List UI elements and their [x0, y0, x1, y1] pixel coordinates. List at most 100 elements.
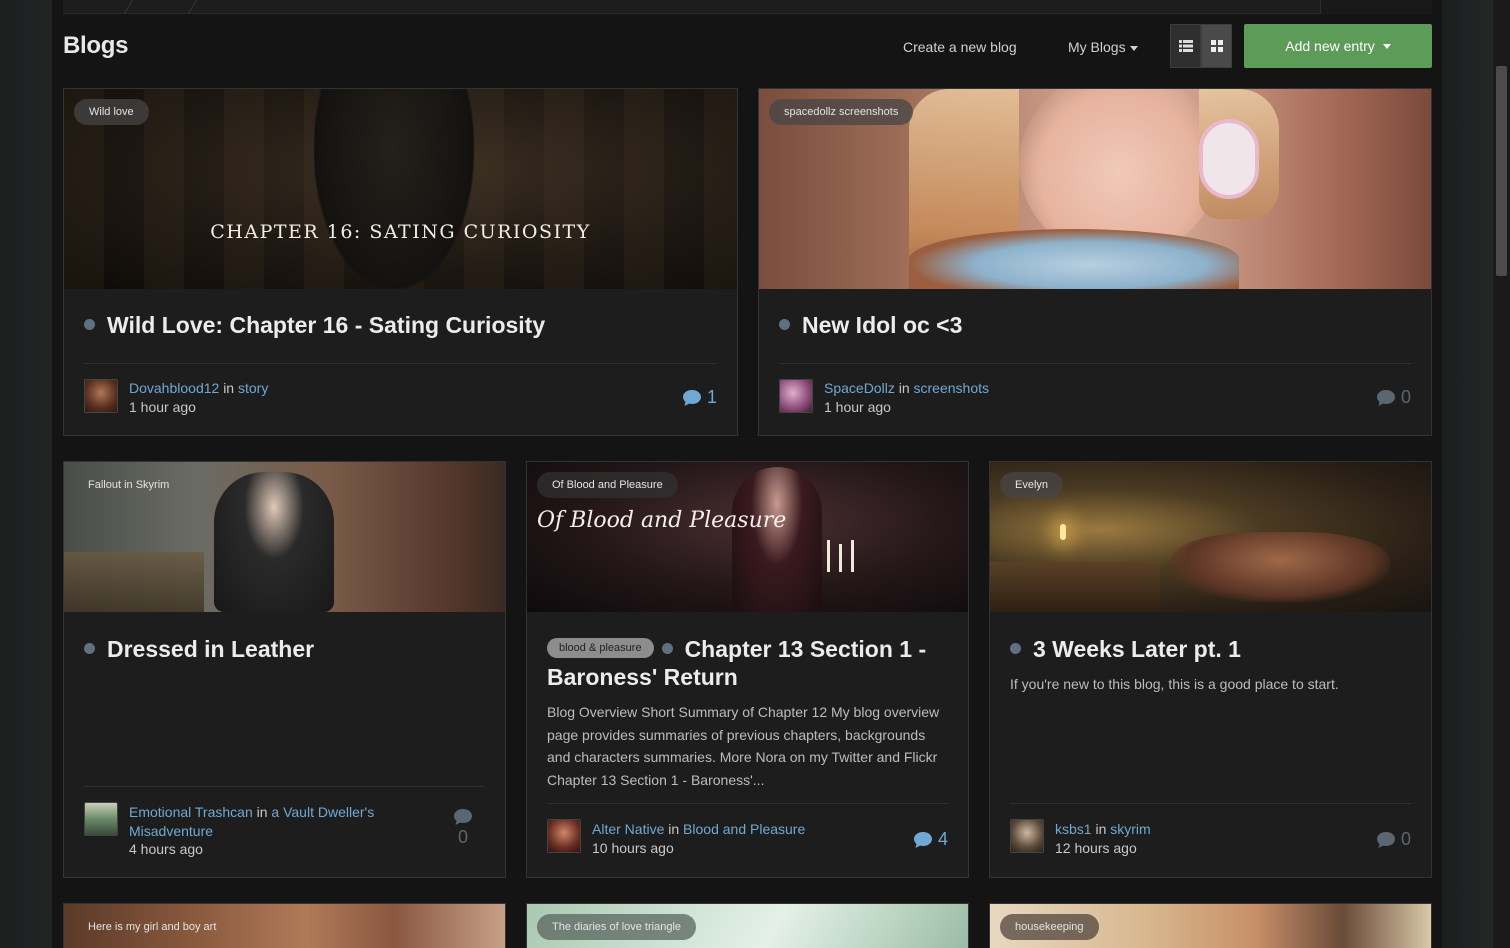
- comment-count[interactable]: 0: [453, 808, 473, 848]
- category-link[interactable]: skyrim: [1110, 821, 1150, 837]
- entry-time: 12 hours ago: [1055, 840, 1137, 856]
- comment-count[interactable]: 1: [682, 387, 717, 408]
- create-blog-link[interactable]: Create a new blog: [903, 39, 1017, 55]
- comment-count[interactable]: 0: [1376, 387, 1411, 408]
- entry-cover-image[interactable]: Evelyn: [990, 462, 1431, 612]
- entry-meta: Emotional Trashcan in a Vault Dweller's …: [129, 803, 429, 859]
- grid-view-icon: [1210, 40, 1223, 52]
- blog-entry-card: Of Blood and Pleasure Of Blood and Pleas…: [526, 461, 969, 878]
- blog-entry-card: Here is my girl and boy art: [63, 903, 506, 948]
- comment-count-value: 1: [706, 387, 717, 407]
- entry-meta: Alter Native in Blood and Pleasure 10 ho…: [592, 820, 805, 858]
- entry-cover-image[interactable]: spacedollz screenshots: [759, 89, 1431, 289]
- entry-cover-image[interactable]: Fallout in Skyrim: [64, 462, 505, 612]
- blog-tag[interactable]: spacedollz screenshots: [769, 99, 914, 125]
- add-new-entry-label: Add new entry: [1285, 38, 1375, 54]
- cover-scenery: [64, 552, 204, 612]
- cover-figure: [214, 472, 334, 612]
- entry-title-text: Wild Love: Chapter 16 - Sating Curiosity: [107, 312, 546, 338]
- cover-candle: [851, 540, 854, 572]
- cover-candle: [839, 544, 842, 572]
- cover-title-text: Of Blood and Pleasure: [537, 508, 787, 533]
- blog-entry-card: housekeeping: [989, 903, 1432, 948]
- author-link[interactable]: Emotional Trashcan: [129, 804, 253, 820]
- author-link[interactable]: SpaceDollz: [824, 380, 895, 396]
- card-divider: [84, 363, 717, 364]
- entry-title[interactable]: blood & pleasure Chapter 13 Section 1 - B…: [547, 635, 957, 691]
- entry-time: 10 hours ago: [592, 840, 674, 856]
- entry-title[interactable]: Dressed in Leather: [84, 635, 494, 663]
- chevron-down-icon: [1129, 45, 1138, 51]
- author-avatar[interactable]: [84, 379, 118, 413]
- unread-indicator-icon: [779, 319, 790, 331]
- entry-time: 4 hours ago: [129, 841, 203, 857]
- category-link[interactable]: Blood and Pleasure: [683, 821, 805, 837]
- blog-entry-card: Evelyn 3 Weeks Later pt. 1 If you're new…: [989, 461, 1432, 878]
- comment-count-value: 0: [1400, 387, 1411, 407]
- author-avatar[interactable]: [779, 379, 813, 413]
- cover-clothing: [909, 229, 1239, 289]
- comment-count[interactable]: 4: [913, 829, 948, 850]
- entry-time: 1 hour ago: [129, 399, 196, 415]
- blog-tag[interactable]: Wild love: [74, 99, 149, 125]
- breadcrumb-action[interactable]: [1320, 0, 1432, 14]
- in-text: in: [223, 380, 235, 396]
- entry-snippet: If you're new to this blog, this is a go…: [1010, 676, 1339, 692]
- unread-indicator-icon: [1010, 643, 1021, 655]
- comment-icon: [1376, 389, 1395, 406]
- cover-figure: [314, 89, 474, 289]
- blog-entry-card: Fallout in Skyrim Dressed in Leather Emo…: [63, 461, 506, 878]
- entry-title[interactable]: 3 Weeks Later pt. 1: [1010, 635, 1420, 663]
- blog-tag[interactable]: Here is my girl and boy art: [74, 914, 231, 940]
- cover-candle: [1060, 524, 1066, 540]
- grid-view-button[interactable]: [1201, 24, 1232, 68]
- blog-tag[interactable]: The diaries of love triangle: [537, 914, 697, 940]
- comment-count-value: 0: [1400, 829, 1411, 849]
- blog-entry-card: The diaries of love triangle: [526, 903, 969, 948]
- comment-count[interactable]: 0: [1376, 829, 1411, 850]
- cover-headphone: [1199, 119, 1259, 199]
- add-new-entry-button[interactable]: Add new entry: [1244, 24, 1432, 68]
- entry-cover-image[interactable]: The diaries of love triangle: [527, 904, 968, 948]
- breadcrumb-separator: [187, 0, 200, 14]
- breadcrumb: [63, 0, 1432, 14]
- entry-cover-image[interactable]: CHAPTER 16: SATING CURIOSITY Wild love: [64, 89, 737, 289]
- author-avatar[interactable]: [1010, 819, 1044, 853]
- my-blogs-label: My Blogs: [1068, 39, 1126, 55]
- author-link[interactable]: ksbs1: [1055, 821, 1092, 837]
- entry-meta: ksbs1 in skyrim 12 hours ago: [1055, 820, 1151, 858]
- entry-snippet: Blog Overview Short Summary of Chapter 1…: [547, 704, 940, 788]
- category-link[interactable]: story: [238, 380, 268, 396]
- entry-cover-image[interactable]: Here is my girl and boy art: [64, 904, 505, 948]
- entry-title[interactable]: New Idol oc <3: [779, 311, 1419, 339]
- entry-cover-image[interactable]: housekeeping: [990, 904, 1431, 948]
- in-text: in: [668, 821, 680, 837]
- view-toggle: [1170, 24, 1232, 68]
- blog-tag[interactable]: housekeeping: [1000, 914, 1099, 940]
- entry-title[interactable]: Wild Love: Chapter 16 - Sating Curiosity: [84, 311, 724, 339]
- category-link[interactable]: screenshots: [914, 380, 989, 396]
- entry-title-text: New Idol oc <3: [802, 312, 963, 338]
- my-blogs-dropdown[interactable]: My Blogs: [1068, 39, 1138, 55]
- author-avatar[interactable]: [84, 802, 118, 836]
- page-scrollbar[interactable]: [1493, 0, 1510, 948]
- unread-indicator-icon: [84, 643, 95, 655]
- blog-label-badge[interactable]: blood & pleasure: [547, 637, 654, 658]
- comment-icon: [1376, 831, 1395, 848]
- blog-tag[interactable]: Evelyn: [1000, 472, 1064, 498]
- cover-figure: [1170, 532, 1390, 602]
- comment-count-value: 4: [937, 829, 948, 849]
- scrollbar-thumb[interactable]: [1496, 66, 1507, 276]
- author-avatar[interactable]: [547, 819, 581, 853]
- cover-candle: [827, 540, 830, 572]
- list-view-button[interactable]: [1170, 24, 1201, 68]
- author-link[interactable]: Alter Native: [592, 821, 664, 837]
- entry-cover-image[interactable]: Of Blood and Pleasure Of Blood and Pleas…: [527, 462, 968, 612]
- blog-tag[interactable]: Fallout in Skyrim: [74, 472, 184, 498]
- entry-title-text: Dressed in Leather: [107, 636, 315, 662]
- entry-meta: SpaceDollz in screenshots 1 hour ago: [824, 379, 989, 417]
- page-background-left: [0, 0, 52, 948]
- cover-table: [990, 562, 1160, 612]
- blog-tag[interactable]: Of Blood and Pleasure: [537, 472, 678, 498]
- author-link[interactable]: Dovahblood12: [129, 380, 219, 396]
